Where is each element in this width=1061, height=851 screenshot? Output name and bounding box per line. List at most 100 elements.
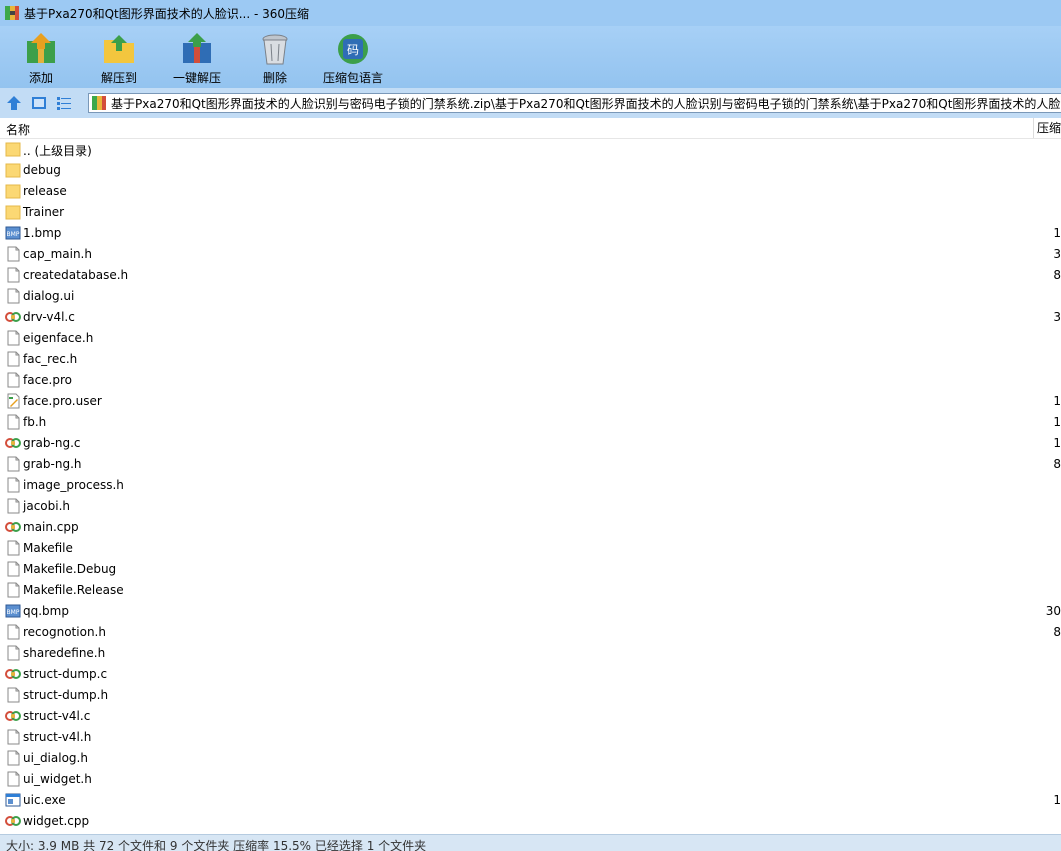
file-row[interactable]: eigenface.h — [0, 328, 1061, 349]
file-compressed-size: 8 — [1053, 268, 1061, 282]
file-name: ui_widget.h — [23, 772, 92, 786]
status-bar: 大小: 3.9 MB 共 72 个文件和 9 个文件夹 压缩率 15.5% 已经… — [0, 834, 1061, 851]
address-path: 基于Pxa270和Qt图形界面技术的人脸识别与密码电子锁的门禁系统.zip\基于… — [111, 96, 1061, 111]
file-name: 1.bmp — [23, 226, 62, 240]
address-bar: 基于Pxa270和Qt图形界面技术的人脸识别与密码电子锁的门禁系统.zip\基于… — [0, 88, 1061, 118]
up-folder-button[interactable] — [3, 92, 25, 114]
file-row[interactable]: BMP qq.bmp 30 — [0, 601, 1061, 622]
file-name: struct-v4l.h — [23, 730, 92, 744]
file-row[interactable]: Trainer — [0, 202, 1061, 223]
file-row[interactable]: Makefile.Release — [0, 580, 1061, 601]
delete-button[interactable]: 删除 — [238, 26, 312, 88]
file-row[interactable]: ui_widget.h — [0, 769, 1061, 790]
file-row[interactable]: cap_main.h 3 — [0, 244, 1061, 265]
file-row[interactable]: uic.exe 1 — [0, 790, 1061, 811]
file-compressed-size: 3 — [1053, 247, 1061, 261]
file-name: uic.exe — [23, 793, 66, 807]
file-row[interactable]: struct-dump.c — [0, 664, 1061, 685]
archive-language-label: 压缩包语言 — [322, 71, 383, 85]
file-row[interactable]: drv-v4l.c 3 — [0, 307, 1061, 328]
file-row[interactable]: grab-ng.h 8 — [0, 454, 1061, 475]
file-row[interactable]: recognotion.h 8 — [0, 622, 1061, 643]
name-column-header[interactable]: 名称 — [6, 121, 30, 138]
file-row[interactable]: Makefile.Debug — [0, 559, 1061, 580]
add-archive-icon — [27, 33, 55, 63]
source-code-icon — [5, 522, 21, 532]
file-row[interactable]: jacobi.h — [0, 496, 1061, 517]
file-row[interactable]: createdatabase.h 8 — [0, 265, 1061, 286]
file-icon — [7, 498, 20, 514]
file-row[interactable]: struct-v4l.c — [0, 706, 1061, 727]
archive-icon — [92, 96, 106, 110]
file-row[interactable]: main.cpp — [0, 517, 1061, 538]
archive-language-button[interactable]: 码 压缩包语言 — [316, 26, 390, 88]
file-name: face.pro — [23, 373, 73, 387]
extract-to-icon — [104, 35, 134, 63]
file-row[interactable]: ui_dialog.h — [0, 748, 1061, 769]
one-click-extract-button[interactable]: 一键解压 — [160, 26, 234, 88]
file-icon — [7, 582, 20, 598]
folder-icon — [5, 163, 21, 178]
file-row[interactable]: fb.h 1 — [0, 412, 1061, 433]
address-field[interactable]: 基于Pxa270和Qt图形界面技术的人脸识别与密码电子锁的门禁系统.zip\基于… — [88, 93, 1061, 113]
file-row[interactable]: sharedefine.h — [0, 643, 1061, 664]
file-name: fb.h — [23, 415, 47, 429]
large-icon-view-icon — [32, 97, 46, 109]
file-name: struct-dump.h — [23, 688, 109, 702]
source-code-icon — [5, 312, 21, 322]
file-icon — [7, 540, 20, 556]
file-name: Trainer — [23, 205, 65, 219]
title-bar: 基于Pxa270和Qt图形界面技术的人脸识... - 360压缩 — [0, 0, 1061, 26]
file-name: grab-ng.c — [23, 436, 81, 450]
project-user-file-icon — [7, 393, 20, 409]
file-row[interactable]: release — [0, 181, 1061, 202]
file-row[interactable]: BMP 1.bmp 1 — [0, 223, 1061, 244]
file-name: struct-v4l.c — [23, 709, 91, 723]
file-compressed-size: 1 — [1053, 436, 1061, 450]
file-icon — [7, 288, 20, 304]
file-row[interactable]: struct-v4l.h — [0, 727, 1061, 748]
compressed-size-column-header[interactable]: 压缩 — [1033, 118, 1061, 138]
file-icon — [7, 456, 20, 472]
extract-to-label: 解压到 — [100, 71, 137, 85]
file-icon — [7, 477, 20, 493]
file-row[interactable]: face.pro — [0, 370, 1061, 391]
file-icon — [7, 687, 20, 703]
file-name: face.pro.user — [23, 394, 102, 408]
file-row[interactable]: grab-ng.c 1 — [0, 433, 1061, 454]
list-view-button[interactable] — [53, 92, 75, 114]
bmp-image-icon: BMP — [5, 226, 21, 240]
file-row[interactable]: face.pro.user 1 — [0, 391, 1061, 412]
file-row[interactable]: fac_rec.h — [0, 349, 1061, 370]
source-code-icon — [5, 711, 21, 721]
add-label: 添加 — [28, 71, 53, 85]
file-row[interactable]: struct-dump.h — [0, 685, 1061, 706]
file-name: release — [23, 184, 67, 198]
file-icon — [7, 267, 20, 283]
file-row[interactable]: Makefile — [0, 538, 1061, 559]
file-row[interactable]: image_process.h — [0, 475, 1061, 496]
extract-to-button[interactable]: 解压到 — [82, 26, 156, 88]
file-name: eigenface.h — [23, 331, 94, 345]
file-row[interactable]: dialog.ui — [0, 286, 1061, 307]
file-row[interactable]: debug — [0, 160, 1061, 181]
delete-icon — [262, 34, 288, 65]
column-header: 名称 压缩 — [0, 118, 1061, 139]
window-title: 基于Pxa270和Qt图形界面技术的人脸识... - 360压缩 — [24, 6, 310, 21]
file-name: Makefile.Release — [23, 583, 124, 597]
large-icon-view-button[interactable] — [28, 92, 50, 114]
file-list: .. (上级目录) debug release Trainer BMP 1.bmp 1 cap… — [0, 139, 1061, 835]
file-compressed-size: 1 — [1053, 793, 1061, 807]
source-code-icon — [5, 816, 21, 826]
file-row[interactable]: .. (上级目录) — [0, 139, 1061, 160]
add-button[interactable]: 添加 — [4, 26, 78, 88]
file-icon — [7, 372, 20, 388]
executable-icon — [5, 793, 21, 807]
file-icon — [7, 561, 20, 577]
file-icon — [7, 351, 20, 367]
file-name: drv-v4l.c — [23, 310, 75, 324]
one-click-extract-label: 一键解压 — [172, 71, 221, 85]
source-code-icon — [5, 669, 21, 679]
file-row[interactable]: widget.cpp — [0, 811, 1061, 832]
file-icon — [7, 771, 20, 787]
